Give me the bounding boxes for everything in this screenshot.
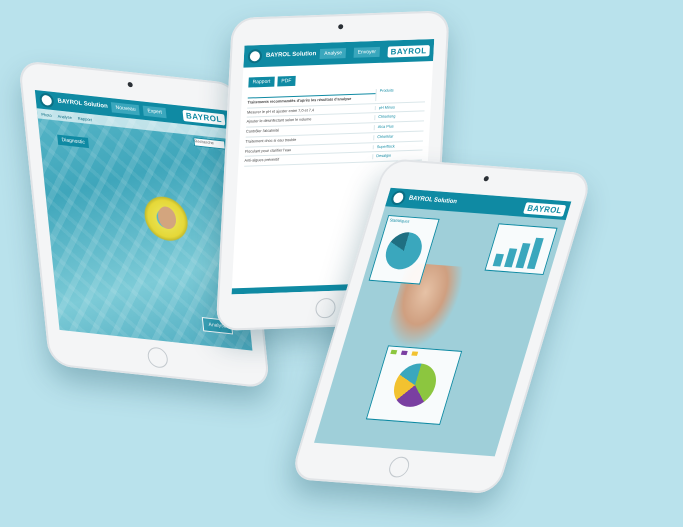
bar-panel (484, 223, 558, 276)
row-product-link[interactable]: Desalgin (372, 152, 423, 160)
send-button[interactable]: Envoyer (353, 46, 381, 58)
app-name: BAYROL Solution (407, 195, 458, 206)
camera-dot (482, 175, 489, 182)
camera-dot (126, 81, 133, 88)
pie-chart-multicolor (388, 362, 442, 409)
pie-panel-bottom (365, 345, 463, 425)
app-logo-icon[interactable] (389, 190, 408, 206)
bayrol-logo: BAYROL (523, 201, 567, 217)
app-name: BAYROL Solution (265, 51, 317, 59)
bar-4 (526, 237, 544, 270)
subnav-analyse[interactable]: Analyse (57, 113, 72, 120)
app-name: BAYROL Solution (57, 98, 109, 110)
legend-purple (400, 350, 408, 357)
row-text: Anti-algues préventif (244, 157, 280, 164)
panel-title: Statistiques (389, 217, 411, 224)
bayrol-logo: BAYROL (182, 109, 226, 126)
report-actions: Rapport PDF (248, 71, 426, 88)
row-product-link[interactable]: Alca Plus (373, 123, 424, 131)
row-product-link[interactable]: Chlorilong (374, 113, 425, 121)
scene: BAYROL Solution Nouveau Expert BAYROL Ph… (0, 0, 683, 527)
row-product-link[interactable]: Superflock (372, 143, 423, 150)
row-product-link[interactable]: pH Minus (374, 104, 425, 111)
app-header: BAYROL Solution BAYROL (385, 187, 572, 220)
products-header: Produits (375, 87, 426, 101)
subnav-photo[interactable]: Photo (41, 111, 52, 117)
app-header: BAYROL Solution Analyse Envoyer BAYROL (243, 38, 435, 68)
app-logo-icon[interactable] (39, 92, 55, 109)
pdf-button[interactable]: PDF (277, 75, 296, 87)
row-product-link[interactable]: Chloriklar (373, 133, 424, 140)
subnav-rapport[interactable]: Rapport (77, 115, 92, 122)
legend (390, 349, 419, 357)
camera-dot (337, 24, 343, 30)
pie-chart-teal (381, 231, 427, 271)
legend-green (390, 349, 398, 356)
legend-yellow (411, 351, 419, 357)
tab-nouveau[interactable]: Nouveau (111, 102, 141, 116)
app-logo-icon[interactable] (247, 48, 263, 64)
rapport-button[interactable]: Rapport (248, 76, 275, 88)
bar-1 (492, 253, 504, 267)
home-button[interactable] (315, 297, 337, 319)
home-button[interactable] (146, 346, 169, 369)
home-button[interactable] (386, 456, 412, 479)
bayrol-logo: BAYROL (387, 44, 430, 58)
tab-analyse[interactable]: Analyse (319, 48, 347, 59)
tab-expert[interactable]: Expert (143, 105, 167, 119)
